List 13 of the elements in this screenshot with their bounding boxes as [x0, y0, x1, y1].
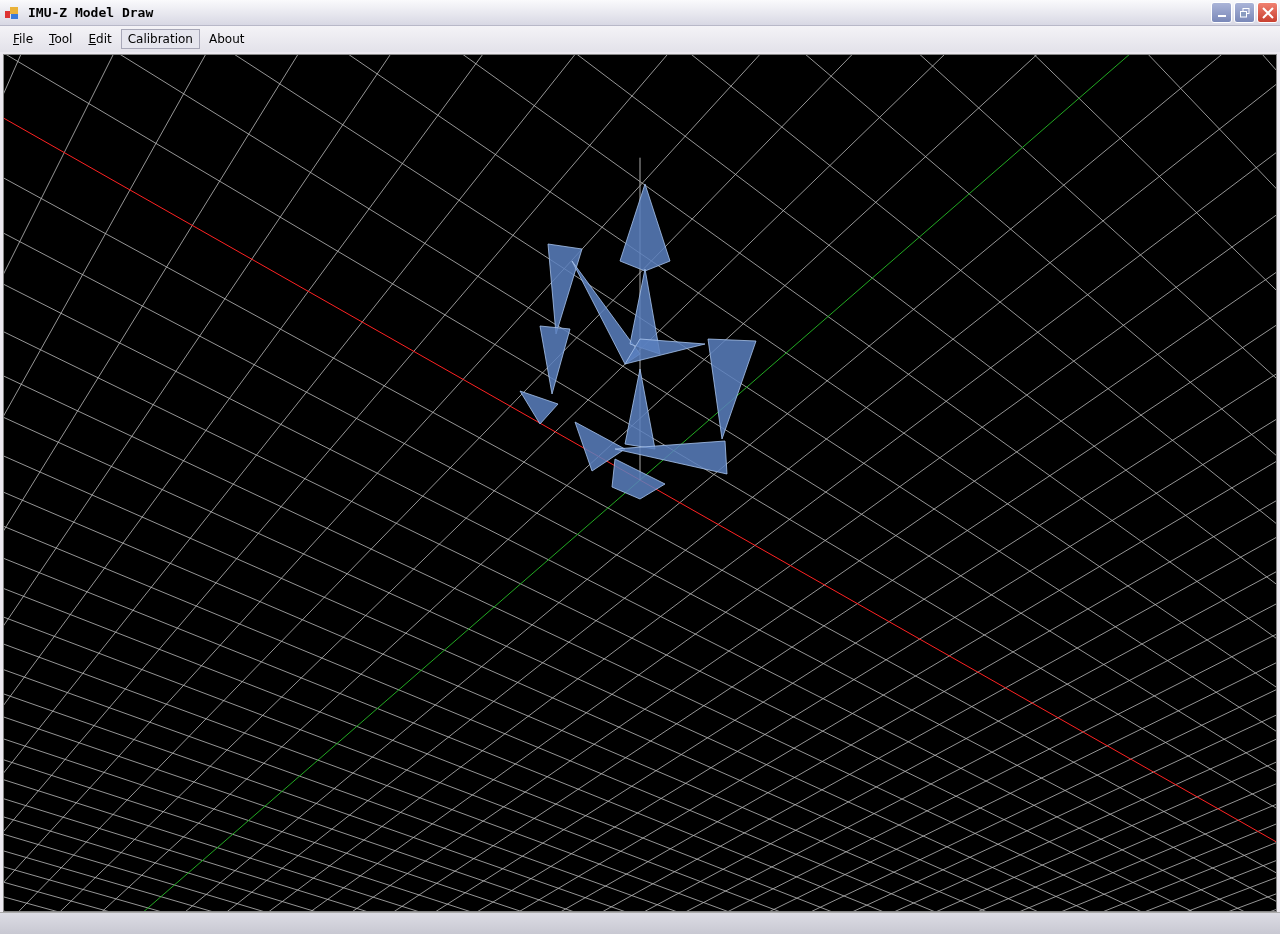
restore-icon [1239, 7, 1250, 18]
close-icon [1261, 6, 1274, 19]
menu-item[interactable]: Edit [81, 29, 119, 49]
app-icon [4, 4, 20, 21]
restore-button[interactable] [1234, 2, 1255, 23]
menu-item[interactable]: Calibration [120, 29, 200, 49]
minimize-button[interactable] [1211, 2, 1232, 23]
menu-item[interactable]: About [201, 29, 252, 49]
close-button[interactable] [1257, 2, 1278, 23]
minimize-icon [1217, 14, 1226, 17]
window-title: IMU-Z Model Draw [28, 5, 154, 20]
menu-item[interactable]: File [6, 29, 41, 49]
menu-item[interactable]: Tool [42, 29, 80, 49]
